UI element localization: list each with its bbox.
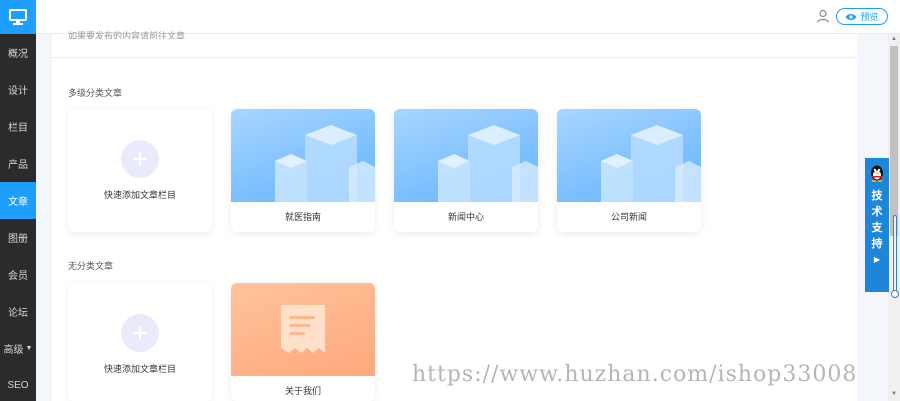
sidebar-item-album[interactable]: 图册 xyxy=(0,219,36,256)
category-card-news-center[interactable]: 新闻中心 xyxy=(394,109,538,232)
sidebar-item-column[interactable]: 栏目 xyxy=(0,108,36,145)
add-category-label: 快速添加文章栏目 xyxy=(103,364,176,374)
sidebar-item-label: 文章 xyxy=(8,197,28,208)
add-category-card[interactable]: 快速添加文章栏目 xyxy=(68,283,212,401)
section-title-multilevel: 多级分类文章 xyxy=(68,88,123,98)
caret-right-icon: ▶ xyxy=(873,255,881,264)
document-illustration xyxy=(231,283,375,376)
scroll-up-icon[interactable]: ▲ xyxy=(891,36,897,42)
add-category-card[interactable]: 快速添加文章栏目 xyxy=(68,109,212,232)
monitor-icon xyxy=(9,9,27,25)
preview-label: 预览 xyxy=(860,12,879,22)
sidebar: 概况 设计 栏目 产品 文章 图册 会员 论坛 高级 ▼ SEO xyxy=(0,0,36,401)
sidebar-item-design[interactable]: 设计 xyxy=(0,71,36,108)
eye-icon xyxy=(845,13,857,20)
partial-text: 如果要发布的内容请前往文章 xyxy=(68,31,186,39)
section-title-uncategorized: 无分类文章 xyxy=(68,261,114,271)
main-panel: 如果要发布的内容请前往文章 多级分类文章 快速添加文章栏目 就医指南 新闻中心 … xyxy=(52,31,857,401)
sidebar-item-label: SEO xyxy=(7,380,29,391)
plus-icon xyxy=(121,140,159,178)
category-card-label: 公司新闻 xyxy=(610,212,647,222)
sidebar-item-label: 会员 xyxy=(8,271,28,282)
sidebar-item-label: 高级 xyxy=(3,345,24,356)
qq-penguin-icon xyxy=(871,165,883,182)
sidebar-item-label: 图册 xyxy=(8,234,28,245)
sidebar-item-label: 概况 xyxy=(8,49,28,60)
sidebar-item-label: 栏目 xyxy=(8,123,28,134)
category-card-label: 新闻中心 xyxy=(447,212,484,222)
sidebar-item-label: 论坛 xyxy=(8,308,28,319)
building-illustration xyxy=(394,109,538,202)
sidebar-item-seo[interactable]: SEO xyxy=(0,367,36,401)
tech-support-button[interactable]: 技术支持 ▶ xyxy=(865,158,889,292)
building-illustration xyxy=(231,109,375,202)
caret-down-icon: ▼ xyxy=(25,345,33,352)
sidebar-item-advanced[interactable]: 高级 ▼ xyxy=(0,330,36,367)
sidebar-item-overview[interactable]: 概况 xyxy=(0,34,36,71)
logo[interactable] xyxy=(0,0,36,34)
scroll-down-icon[interactable]: ▼ xyxy=(891,391,897,397)
sidebar-item-label: 产品 xyxy=(8,160,28,171)
scrollbar-thumb[interactable] xyxy=(890,46,898,236)
add-category-label: 快速添加文章栏目 xyxy=(103,190,176,200)
category-card-label: 就医指南 xyxy=(284,212,321,222)
category-card-about-us[interactable]: 关于我们 xyxy=(231,283,375,401)
category-card-label: 关于我们 xyxy=(284,386,321,396)
tech-support-label: 技术支持 xyxy=(871,190,883,250)
sidebar-item-article[interactable]: 文章 xyxy=(0,182,36,219)
sidebar-item-forum[interactable]: 论坛 xyxy=(0,293,36,330)
user-icon[interactable] xyxy=(816,9,830,23)
thermometer-bulb xyxy=(891,290,899,298)
building-illustration xyxy=(557,109,701,202)
divider xyxy=(52,57,857,58)
plus-icon xyxy=(121,314,159,352)
thermometer-rail xyxy=(893,215,897,295)
watermark: https://www.huzhan.com/ishop33008 xyxy=(412,362,858,387)
category-card-company-news[interactable]: 公司新闻 xyxy=(557,109,701,232)
sidebar-item-product[interactable]: 产品 xyxy=(0,145,36,182)
preview-button[interactable]: 预览 xyxy=(836,8,888,25)
sidebar-item-label: 设计 xyxy=(8,86,28,97)
category-card-guide[interactable]: 就医指南 xyxy=(231,109,375,232)
sidebar-item-member[interactable]: 会员 xyxy=(0,256,36,293)
